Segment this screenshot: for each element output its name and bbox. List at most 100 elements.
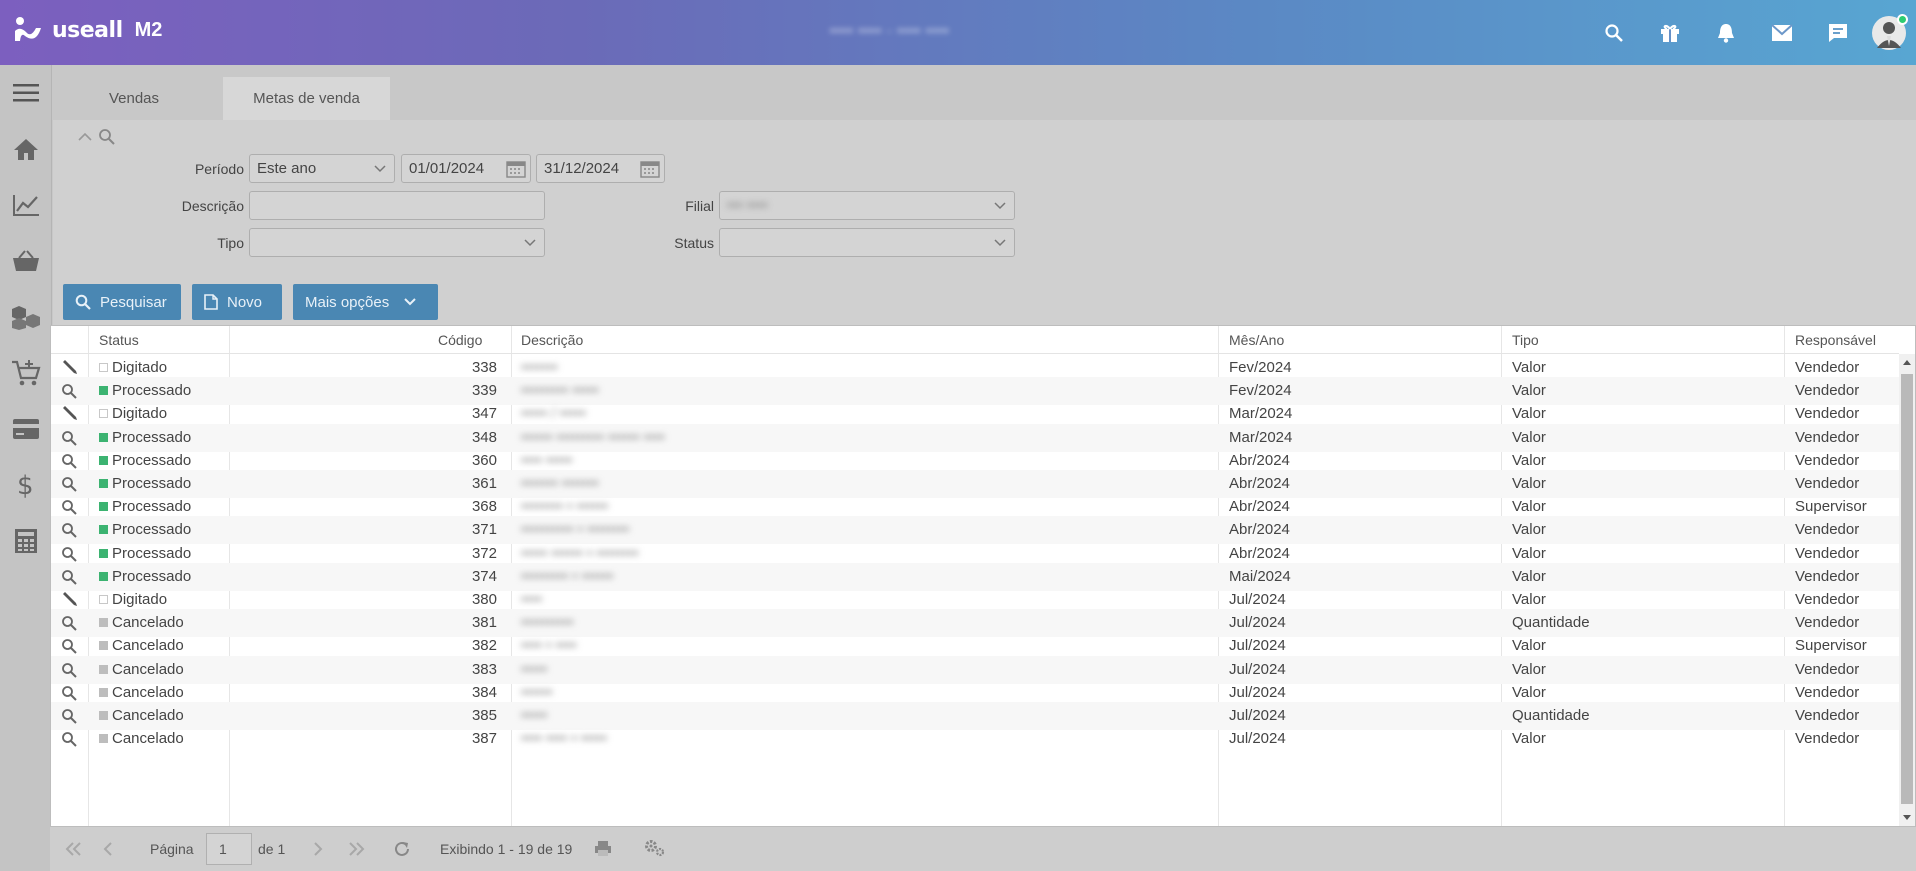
column-header-status[interactable]: Status: [99, 332, 139, 348]
search-button-label: Pesquisar: [100, 293, 167, 311]
scroll-up-icon[interactable]: [1902, 358, 1912, 366]
view-icon[interactable]: [61, 708, 77, 724]
calculator-icon[interactable]: [0, 513, 52, 569]
periodo-select[interactable]: Este ano: [249, 154, 395, 183]
boxes-icon[interactable]: [0, 289, 52, 345]
page-number-input[interactable]: 1: [206, 833, 252, 865]
credit-card-icon[interactable]: [0, 401, 52, 457]
bell-icon[interactable]: [1698, 0, 1754, 65]
descricao-label: Descrição: [181, 198, 244, 214]
filial-select[interactable]: ••• ••••: [719, 191, 1015, 220]
page-label: Página: [150, 841, 194, 857]
refresh-icon[interactable]: [393, 840, 411, 858]
calendar-icon[interactable]: [506, 160, 526, 178]
view-icon[interactable]: [61, 615, 77, 631]
scrollbar-thumb[interactable]: [1901, 374, 1913, 804]
home-icon[interactable]: [0, 121, 52, 177]
online-status-dot: [1897, 13, 1908, 25]
menu-icon[interactable]: [0, 65, 52, 121]
app-logo[interactable]: useall M2: [12, 14, 162, 46]
mes-ano-cell: Mai/2024: [1229, 567, 1291, 585]
print-icon[interactable]: [594, 840, 612, 857]
next-page-icon[interactable]: [312, 841, 324, 857]
view-icon[interactable]: [61, 546, 77, 562]
column-header-descricao[interactable]: Descrição: [521, 332, 583, 348]
status-indicator: [99, 571, 108, 581]
tab-bar: Vendas Metas de venda: [53, 65, 1916, 120]
status-indicator: [99, 363, 108, 372]
view-icon[interactable]: [61, 453, 77, 469]
codigo-cell: 347: [471, 405, 497, 423]
mes-ano-cell: Abr/2024: [1229, 521, 1290, 539]
mes-ano-cell: Mar/2024: [1229, 428, 1293, 446]
tipo-select[interactable]: [249, 228, 545, 257]
date-to-input[interactable]: 31/12/2024: [536, 154, 665, 183]
chat-icon[interactable]: [1810, 0, 1866, 65]
records-info: Exibindo 1 - 19 de 19: [440, 841, 573, 857]
status-indicator: [99, 711, 108, 720]
edit-icon[interactable]: [61, 592, 79, 608]
descricao-cell: ••••• •••••• • ••••••••: [521, 544, 639, 562]
column-header-responsavel[interactable]: Responsável: [1795, 332, 1876, 348]
view-icon[interactable]: [61, 383, 77, 399]
user-avatar[interactable]: [1872, 13, 1908, 50]
view-icon[interactable]: [61, 685, 77, 701]
descricao-input[interactable]: [249, 191, 545, 220]
calendar-icon[interactable]: [640, 160, 660, 178]
last-page-icon[interactable]: [346, 841, 366, 857]
cart-add-icon[interactable]: [0, 345, 52, 401]
search-icon[interactable]: [98, 128, 116, 146]
vertical-scrollbar[interactable]: [1899, 354, 1915, 826]
gift-icon[interactable]: [1642, 0, 1698, 65]
tab-metas-de-venda[interactable]: Metas de venda: [223, 77, 390, 120]
tipo-cell: Quantidade: [1512, 614, 1590, 632]
tipo-cell: Valor: [1512, 567, 1546, 585]
status-cell: Processado: [99, 429, 191, 446]
more-options-button[interactable]: Mais opções: [293, 284, 438, 320]
table-row[interactable]: Cancelado 387 •••• •••• • ••••• Jul/2024 Val…: [51, 725, 1899, 753]
chevron-up-icon[interactable]: [78, 132, 92, 142]
mes-ano-cell: Jul/2024: [1229, 614, 1286, 632]
tipo-cell: Valor: [1512, 405, 1546, 423]
descricao-cell: •••• • ••••: [521, 637, 577, 655]
scroll-down-icon[interactable]: [1902, 814, 1912, 822]
codigo-cell: 374: [471, 567, 497, 585]
view-icon[interactable]: [61, 430, 77, 446]
tipo-cell: Valor: [1512, 683, 1546, 701]
view-icon[interactable]: [61, 499, 77, 515]
column-header-mes-ano[interactable]: Mês/Ano: [1229, 332, 1284, 348]
settings-icon[interactable]: [644, 839, 666, 857]
view-icon[interactable]: [61, 569, 77, 585]
edit-icon[interactable]: [61, 360, 79, 376]
column-header-codigo[interactable]: Código: [438, 332, 482, 348]
chart-icon[interactable]: [0, 177, 52, 233]
view-icon[interactable]: [61, 638, 77, 655]
view-icon[interactable]: [61, 731, 77, 747]
status-cell: Processado: [99, 382, 191, 399]
view-icon[interactable]: [61, 662, 77, 678]
status-indicator: [99, 641, 108, 651]
new-button-label: Novo: [227, 293, 263, 311]
status-indicator: [99, 618, 108, 628]
tipo-cell: Valor: [1512, 382, 1546, 400]
first-page-icon[interactable]: [64, 841, 84, 857]
tipo-cell: Quantidade: [1512, 707, 1590, 724]
search-icon[interactable]: [1586, 0, 1642, 65]
search-button[interactable]: Pesquisar: [63, 284, 181, 320]
responsavel-cell: Vendedor: [1795, 544, 1860, 562]
page-of-label: de 1: [258, 841, 286, 857]
status-select[interactable]: [719, 228, 1015, 257]
date-from-input[interactable]: 01/01/2024: [401, 154, 531, 183]
tab-vendas[interactable]: Vendas: [79, 77, 189, 120]
sidebar: $: [0, 65, 52, 871]
mail-icon[interactable]: [1754, 0, 1810, 65]
view-icon[interactable]: [61, 522, 77, 539]
new-button[interactable]: Novo: [192, 284, 282, 320]
previous-page-icon[interactable]: [102, 841, 114, 857]
column-header-tipo[interactable]: Tipo: [1512, 332, 1539, 348]
status-indicator: [99, 432, 108, 442]
edit-icon[interactable]: [61, 406, 79, 422]
view-icon[interactable]: [61, 476, 77, 492]
dollar-icon[interactable]: $: [0, 457, 52, 513]
basket-icon[interactable]: [0, 233, 52, 289]
